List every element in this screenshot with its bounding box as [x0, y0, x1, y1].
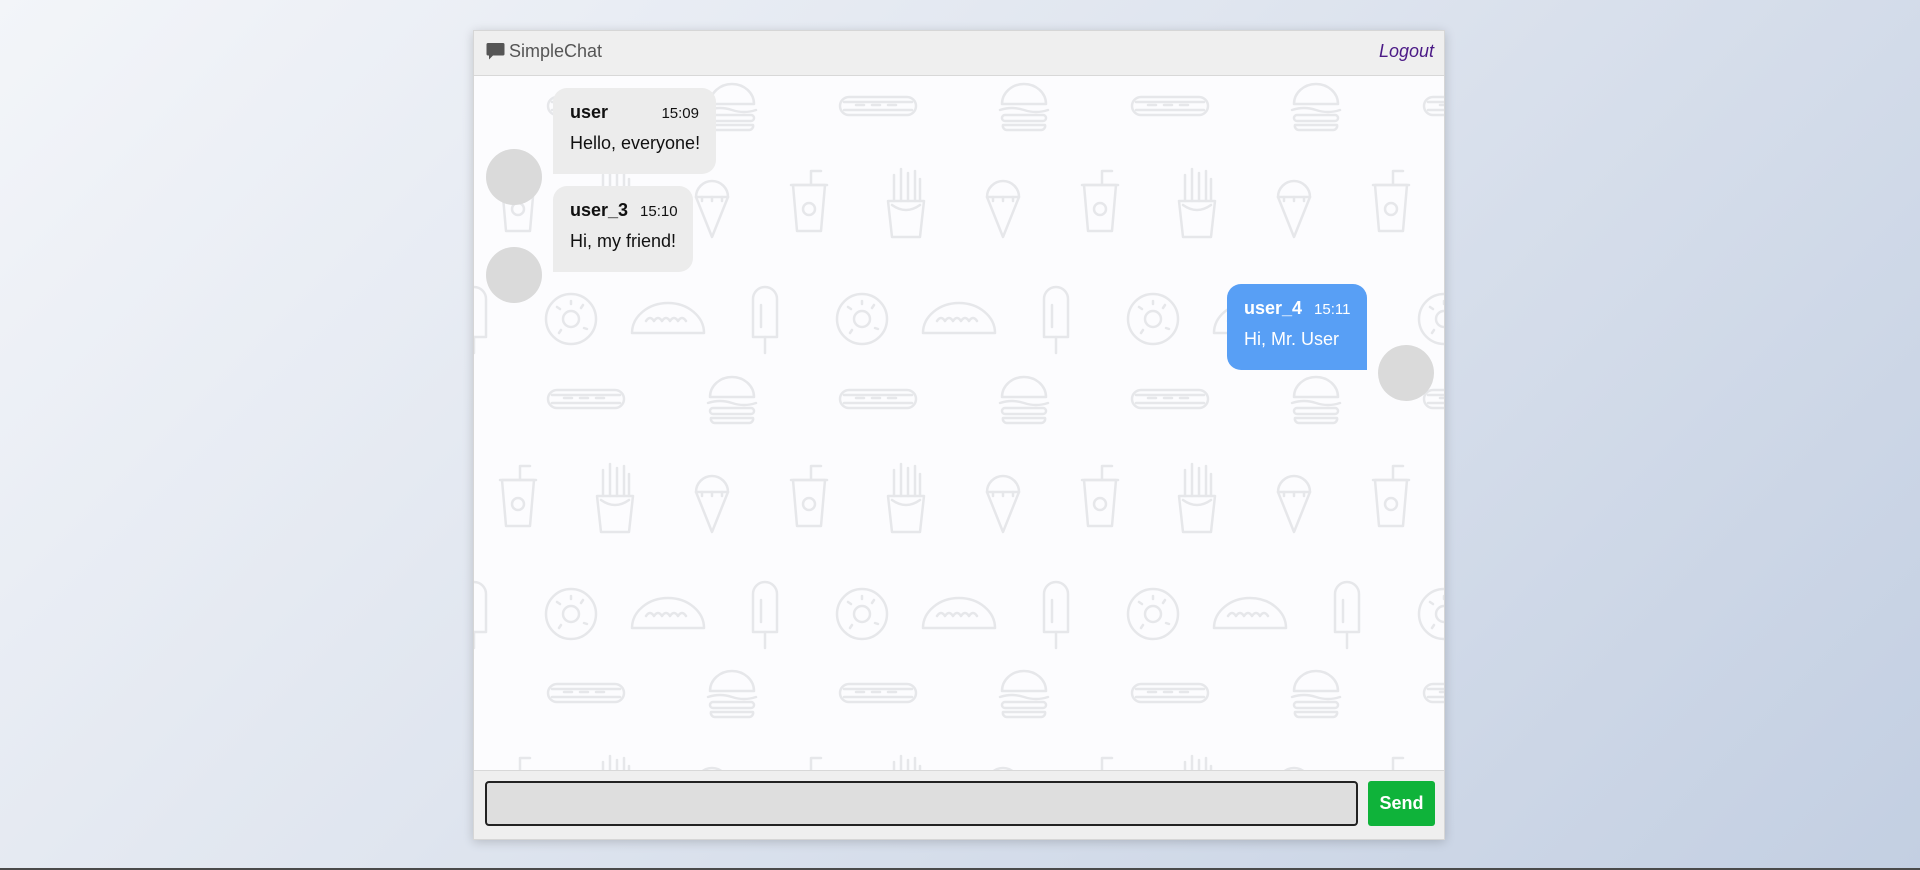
hotdog-icon — [838, 95, 918, 117]
donut-icon — [544, 587, 598, 641]
burger-icon — [998, 669, 1050, 719]
soda-cup-icon — [498, 464, 538, 528]
hotdog-icon — [1130, 682, 1210, 704]
message-time: 15:10 — [640, 203, 678, 220]
donut-icon — [835, 292, 889, 346]
message-bubble: user_3 15:10 Hi, my friend! — [553, 186, 693, 272]
donut-icon — [1417, 587, 1444, 641]
soda-cup-icon — [789, 169, 829, 233]
burger-icon — [998, 82, 1050, 132]
taco-icon — [630, 596, 706, 630]
donut-icon — [544, 292, 598, 346]
ice-cream-cone-icon — [1276, 179, 1312, 239]
message-text: Hello, everyone! — [570, 133, 701, 153]
ice-cream-cone-icon — [694, 474, 730, 534]
fries-icon — [1177, 167, 1217, 239]
soda-cup-icon — [1371, 169, 1411, 233]
message-text: Hi, my friend! — [570, 231, 677, 251]
burger-icon — [1290, 669, 1342, 719]
ice-cream-cone-icon — [694, 179, 730, 239]
composer: Send — [474, 770, 1444, 839]
hotdog-icon — [1130, 95, 1210, 117]
popsicle-icon — [474, 580, 488, 650]
chat-window: SimpleChat Logout user 15:09 Hello, ever… — [473, 30, 1445, 840]
donut-icon — [1417, 292, 1444, 346]
message-time: 15:09 — [661, 105, 699, 122]
popsicle-icon — [751, 580, 779, 650]
burger-icon — [998, 375, 1050, 425]
soda-cup-icon — [1080, 464, 1120, 528]
logout-link[interactable]: Logout — [1379, 41, 1434, 62]
popsicle-icon — [751, 285, 779, 355]
hotdog-icon — [838, 388, 918, 410]
message-author: user_3 — [570, 200, 629, 220]
taco-icon — [630, 301, 706, 335]
hotdog-icon — [1422, 682, 1444, 704]
message-input[interactable] — [485, 781, 1358, 826]
hotdog-icon — [838, 682, 918, 704]
hotdog-icon — [546, 388, 626, 410]
fries-icon — [886, 462, 926, 534]
burger-icon — [706, 375, 758, 425]
fries-icon — [595, 462, 635, 534]
burger-icon — [1290, 82, 1342, 132]
popsicle-icon — [474, 285, 488, 355]
message-text: Hi, Mr. User — [1244, 329, 1340, 349]
fries-icon — [1177, 462, 1217, 534]
popsicle-icon — [1042, 285, 1070, 355]
message-bubble: user_4 15:11 Hi, Mr. User — [1227, 284, 1367, 370]
hotdog-icon — [1422, 388, 1444, 410]
avatar — [486, 247, 542, 303]
donut-icon — [835, 587, 889, 641]
brand: SimpleChat — [486, 41, 602, 62]
message-list[interactable]: user 15:09 Hello, everyone! user_3 15:10… — [474, 76, 1444, 802]
burger-icon — [706, 669, 758, 719]
message-author: user_4 — [1244, 298, 1303, 318]
soda-cup-icon — [789, 464, 829, 528]
avatar — [1378, 345, 1434, 401]
message-author: user — [570, 102, 609, 122]
burger-icon — [1290, 375, 1342, 425]
hotdog-icon — [546, 682, 626, 704]
food-pattern-background — [474, 82, 1444, 802]
ice-cream-cone-icon — [985, 474, 1021, 534]
taco-icon — [921, 301, 997, 335]
hotdog-icon — [1422, 95, 1444, 117]
popsicle-icon — [1333, 580, 1361, 650]
fries-icon — [886, 167, 926, 239]
send-button[interactable]: Send — [1368, 781, 1435, 826]
taco-icon — [1212, 596, 1288, 630]
hotdog-icon — [1130, 388, 1210, 410]
chat-header: SimpleChat Logout — [474, 31, 1444, 76]
app-title: SimpleChat — [509, 41, 603, 61]
chat-bubble-icon — [486, 42, 505, 61]
taco-icon — [921, 596, 997, 630]
donut-icon — [1126, 292, 1180, 346]
message-bubble: user 15:09 Hello, everyone! — [553, 88, 716, 174]
avatar — [486, 149, 542, 205]
donut-icon — [1126, 587, 1180, 641]
ice-cream-cone-icon — [985, 179, 1021, 239]
message-time: 15:11 — [1314, 301, 1351, 318]
popsicle-icon — [1042, 580, 1070, 650]
ice-cream-cone-icon — [1276, 474, 1312, 534]
soda-cup-icon — [1371, 464, 1411, 528]
soda-cup-icon — [1080, 169, 1120, 233]
